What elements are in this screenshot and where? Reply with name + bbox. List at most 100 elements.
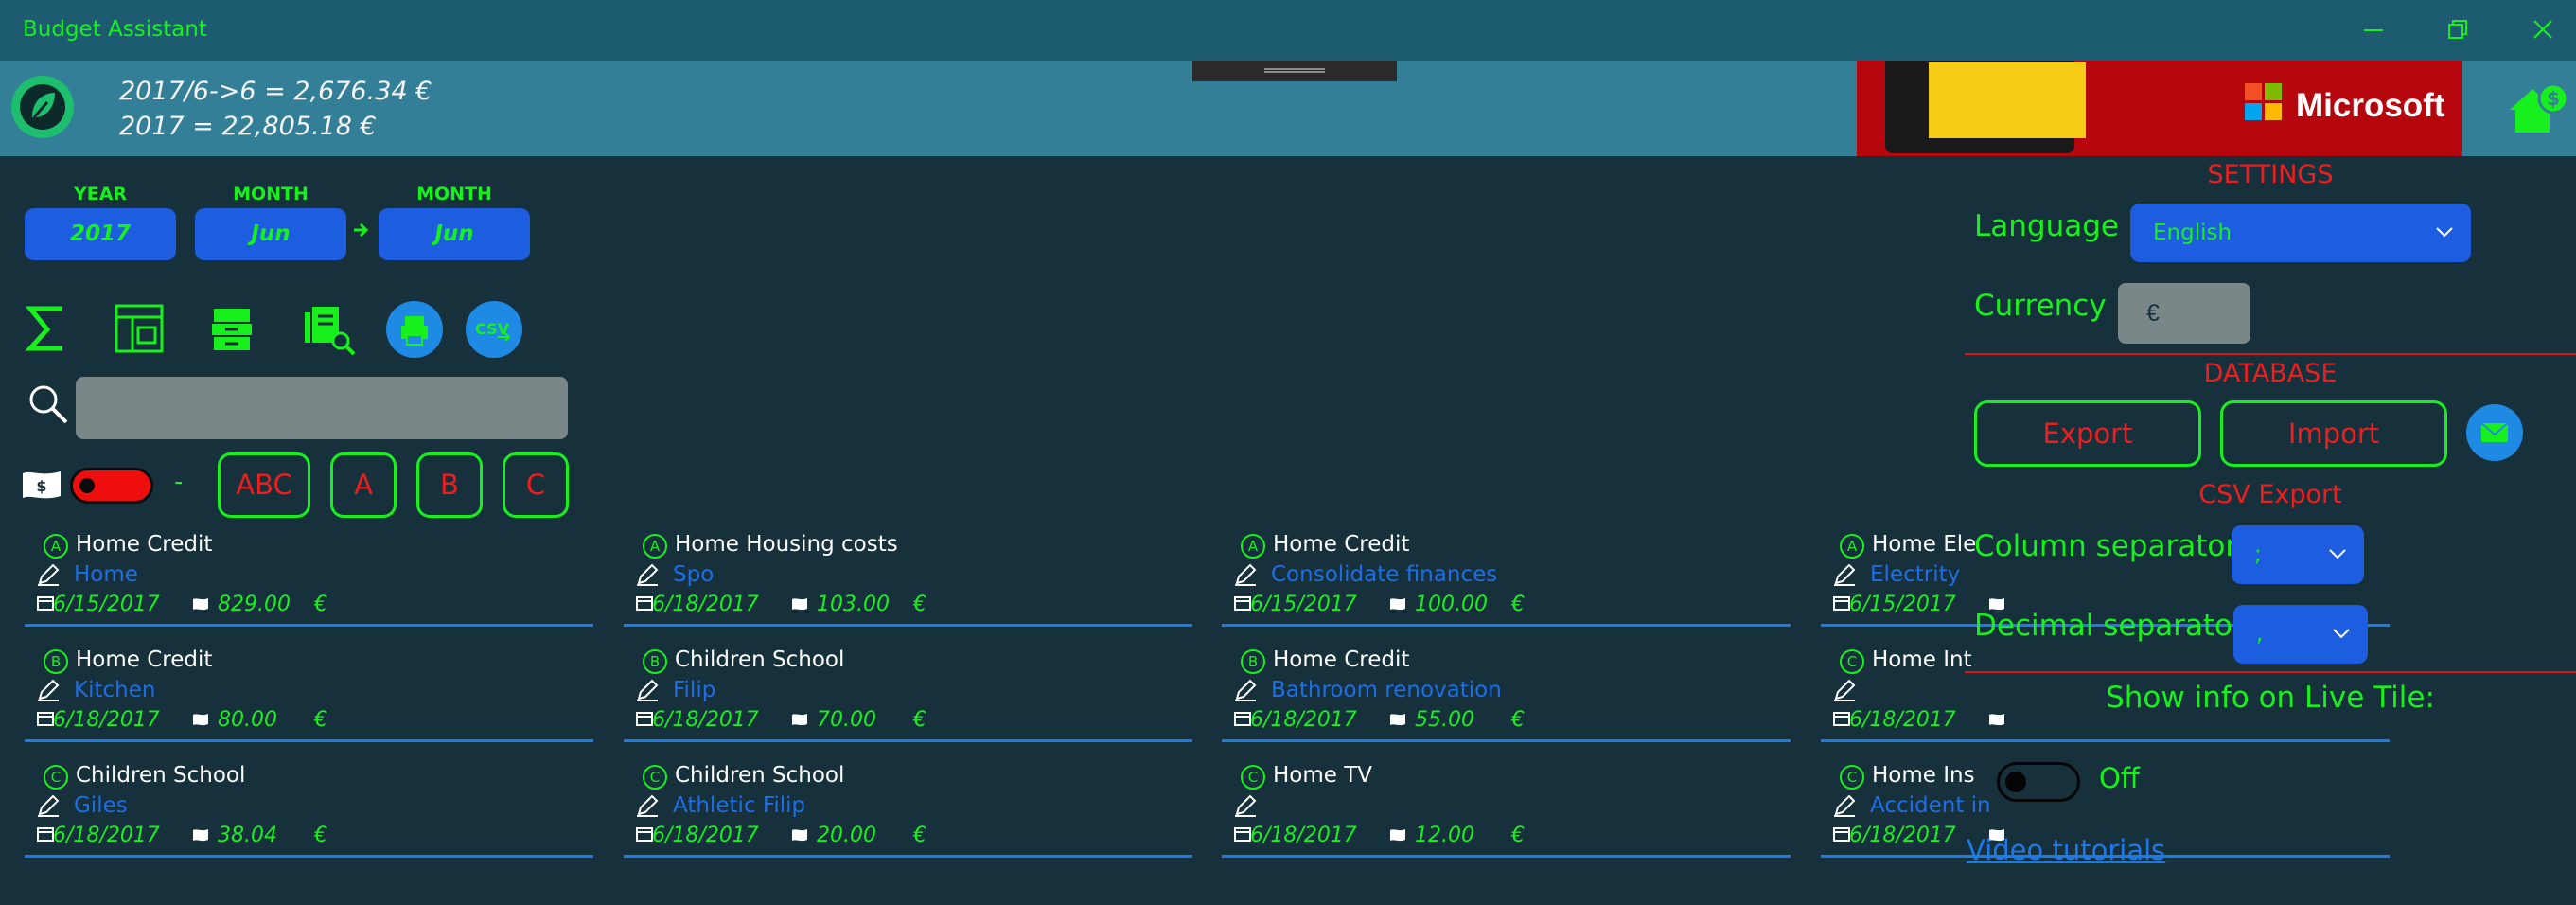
- close-button[interactable]: [2498, 8, 2576, 53]
- filter-all-button[interactable]: ABC: [218, 452, 310, 518]
- expense-card[interactable]: A Home Credit Home 6/15/2017 829.00 €: [25, 521, 593, 627]
- pencil-icon[interactable]: [36, 562, 61, 587]
- pencil-icon[interactable]: [635, 793, 660, 818]
- csv-export-icon: CSV: [475, 320, 511, 342]
- expense-currency: €: [913, 593, 926, 616]
- report-icon[interactable]: [112, 301, 167, 356]
- expense-date: 6/15/2017: [1849, 593, 1956, 616]
- export-button[interactable]: Export: [1974, 400, 2201, 467]
- minimize-button[interactable]: [2328, 8, 2413, 53]
- expense-card[interactable]: C Children School Athletic Filip 6/18/2017 2…: [624, 752, 1192, 858]
- money-flag-icon: [1388, 712, 1407, 727]
- arrow-right-icon: [352, 216, 371, 251]
- settings-panel: SETTINGS Language : English Currency : D…: [1965, 156, 2576, 905]
- calendar-icon: [1233, 594, 1252, 612]
- category-badge: C: [44, 765, 68, 790]
- expense-amount: 103.00: [817, 593, 890, 616]
- expense-card[interactable]: C Children School Giles 6/18/2017 38.04 €: [25, 752, 593, 858]
- email-backup-button[interactable]: [2466, 404, 2523, 461]
- language-select[interactable]: English: [2130, 204, 2471, 262]
- category-badge: B: [44, 649, 68, 674]
- ad-banner[interactable]: Microsoft: [1857, 61, 2462, 156]
- expense-card[interactable]: A Home Housing costs Spo 6/18/2017 103.00 €: [624, 521, 1192, 627]
- filter-a-button[interactable]: A: [330, 452, 397, 518]
- calendar-icon: [36, 710, 55, 727]
- expense-date: 6/18/2017: [53, 708, 160, 732]
- home-budget-icon[interactable]: $: [2506, 81, 2570, 136]
- filter-b-button[interactable]: B: [416, 452, 483, 518]
- pencil-icon[interactable]: [1233, 793, 1258, 818]
- expense-date: 6/18/2017: [1849, 824, 1956, 847]
- svg-text:CSV: CSV: [475, 320, 510, 338]
- expense-description: Athletic Filip: [673, 793, 806, 818]
- expense-description: Bathroom renovation: [1271, 678, 1502, 702]
- column-separator-select[interactable]: ;: [2232, 525, 2364, 584]
- filter-c-button[interactable]: C: [503, 452, 569, 518]
- grip-icon: [1264, 68, 1325, 73]
- year-selector[interactable]: 2017: [25, 208, 176, 260]
- search-input[interactable]: [76, 377, 568, 439]
- expense-type-toggle[interactable]: [70, 468, 153, 504]
- expense-title: Children School: [675, 763, 845, 788]
- expense-date: 6/15/2017: [1250, 593, 1357, 616]
- currency-input[interactable]: [2118, 283, 2250, 344]
- chevron-down-icon: [2329, 549, 2346, 559]
- expense-amount: 55.00: [1415, 708, 1474, 732]
- expense-currency: €: [1511, 708, 1525, 732]
- to-month-selector[interactable]: Jun: [379, 208, 530, 260]
- print-icon: [401, 316, 428, 346]
- category-badge: C: [1840, 649, 1864, 674]
- search-document-icon[interactable]: [301, 301, 356, 356]
- expense-date: 6/18/2017: [53, 824, 160, 847]
- expense-card[interactable]: A Home Credit Consolidate finances 6/15/201…: [1222, 521, 1791, 627]
- ad-tablet-screen: [1929, 62, 2086, 138]
- video-tutorials-link[interactable]: Video tutorials: [1967, 834, 2165, 866]
- csv-export-button[interactable]: CSV: [466, 301, 522, 358]
- from-month-selector[interactable]: Jun: [195, 208, 346, 260]
- decimal-separator-label: Decimal separator:: [1974, 609, 2254, 643]
- microsoft-logo-icon: [2245, 83, 2283, 121]
- pencil-icon[interactable]: [1832, 793, 1857, 818]
- pencil-icon[interactable]: [1832, 678, 1857, 702]
- print-button[interactable]: [386, 301, 443, 358]
- expense-description: Spo: [673, 562, 715, 587]
- expense-amount: 70.00: [817, 708, 876, 732]
- from-month-label: MONTH: [233, 184, 309, 204]
- sigma-icon[interactable]: [19, 301, 74, 356]
- pencil-icon[interactable]: [635, 678, 660, 702]
- live-tile-toggle[interactable]: [1997, 762, 2080, 802]
- expense-date: 6/18/2017: [652, 824, 759, 847]
- pencil-icon[interactable]: [1233, 678, 1258, 702]
- title-bar: Budget Assistant: [0, 0, 2576, 61]
- expense-card[interactable]: B Home Credit Kitchen 6/18/2017 80.00 €: [25, 636, 593, 742]
- import-button[interactable]: Import: [2220, 400, 2447, 467]
- calendar-icon: [635, 594, 654, 612]
- expense-card[interactable]: B Children School Filip 6/18/2017 70.00 €: [624, 636, 1192, 742]
- money-flag-icon: $: [19, 468, 64, 504]
- app-logo[interactable]: [11, 76, 74, 138]
- pencil-icon[interactable]: [36, 793, 61, 818]
- expense-card[interactable]: B Home Credit Bathroom renovation 6/18/2017…: [1222, 636, 1791, 742]
- category-badge: C: [1840, 765, 1864, 790]
- restore-button[interactable]: [2413, 8, 2498, 53]
- expense-amount: 38.04: [218, 824, 277, 847]
- money-flag-icon: [790, 712, 809, 727]
- calendar-icon: [1832, 594, 1851, 612]
- decimal-separator-select[interactable]: ,: [2233, 605, 2368, 664]
- expense-card[interactable]: C Home TV 6/18/2017 12.00 €: [1222, 752, 1791, 858]
- archive-icon[interactable]: [204, 301, 259, 356]
- drag-handle[interactable]: [1192, 61, 1397, 81]
- expense-date: 6/18/2017: [1849, 708, 1956, 732]
- year-label: YEAR: [73, 184, 128, 204]
- expense-description: Consolidate finances: [1271, 562, 1498, 587]
- filter-dash: -: [174, 468, 184, 496]
- ad-tablet-image: [1885, 61, 2086, 153]
- pencil-icon[interactable]: [635, 562, 660, 587]
- csv-export-title: CSV Export: [2198, 480, 2342, 509]
- pencil-icon[interactable]: [1832, 562, 1857, 587]
- minimize-icon: [2364, 29, 2383, 31]
- category-badge: C: [643, 765, 667, 790]
- pencil-icon[interactable]: [36, 678, 61, 702]
- pencil-icon[interactable]: [1233, 562, 1258, 587]
- expense-currency: €: [314, 708, 327, 732]
